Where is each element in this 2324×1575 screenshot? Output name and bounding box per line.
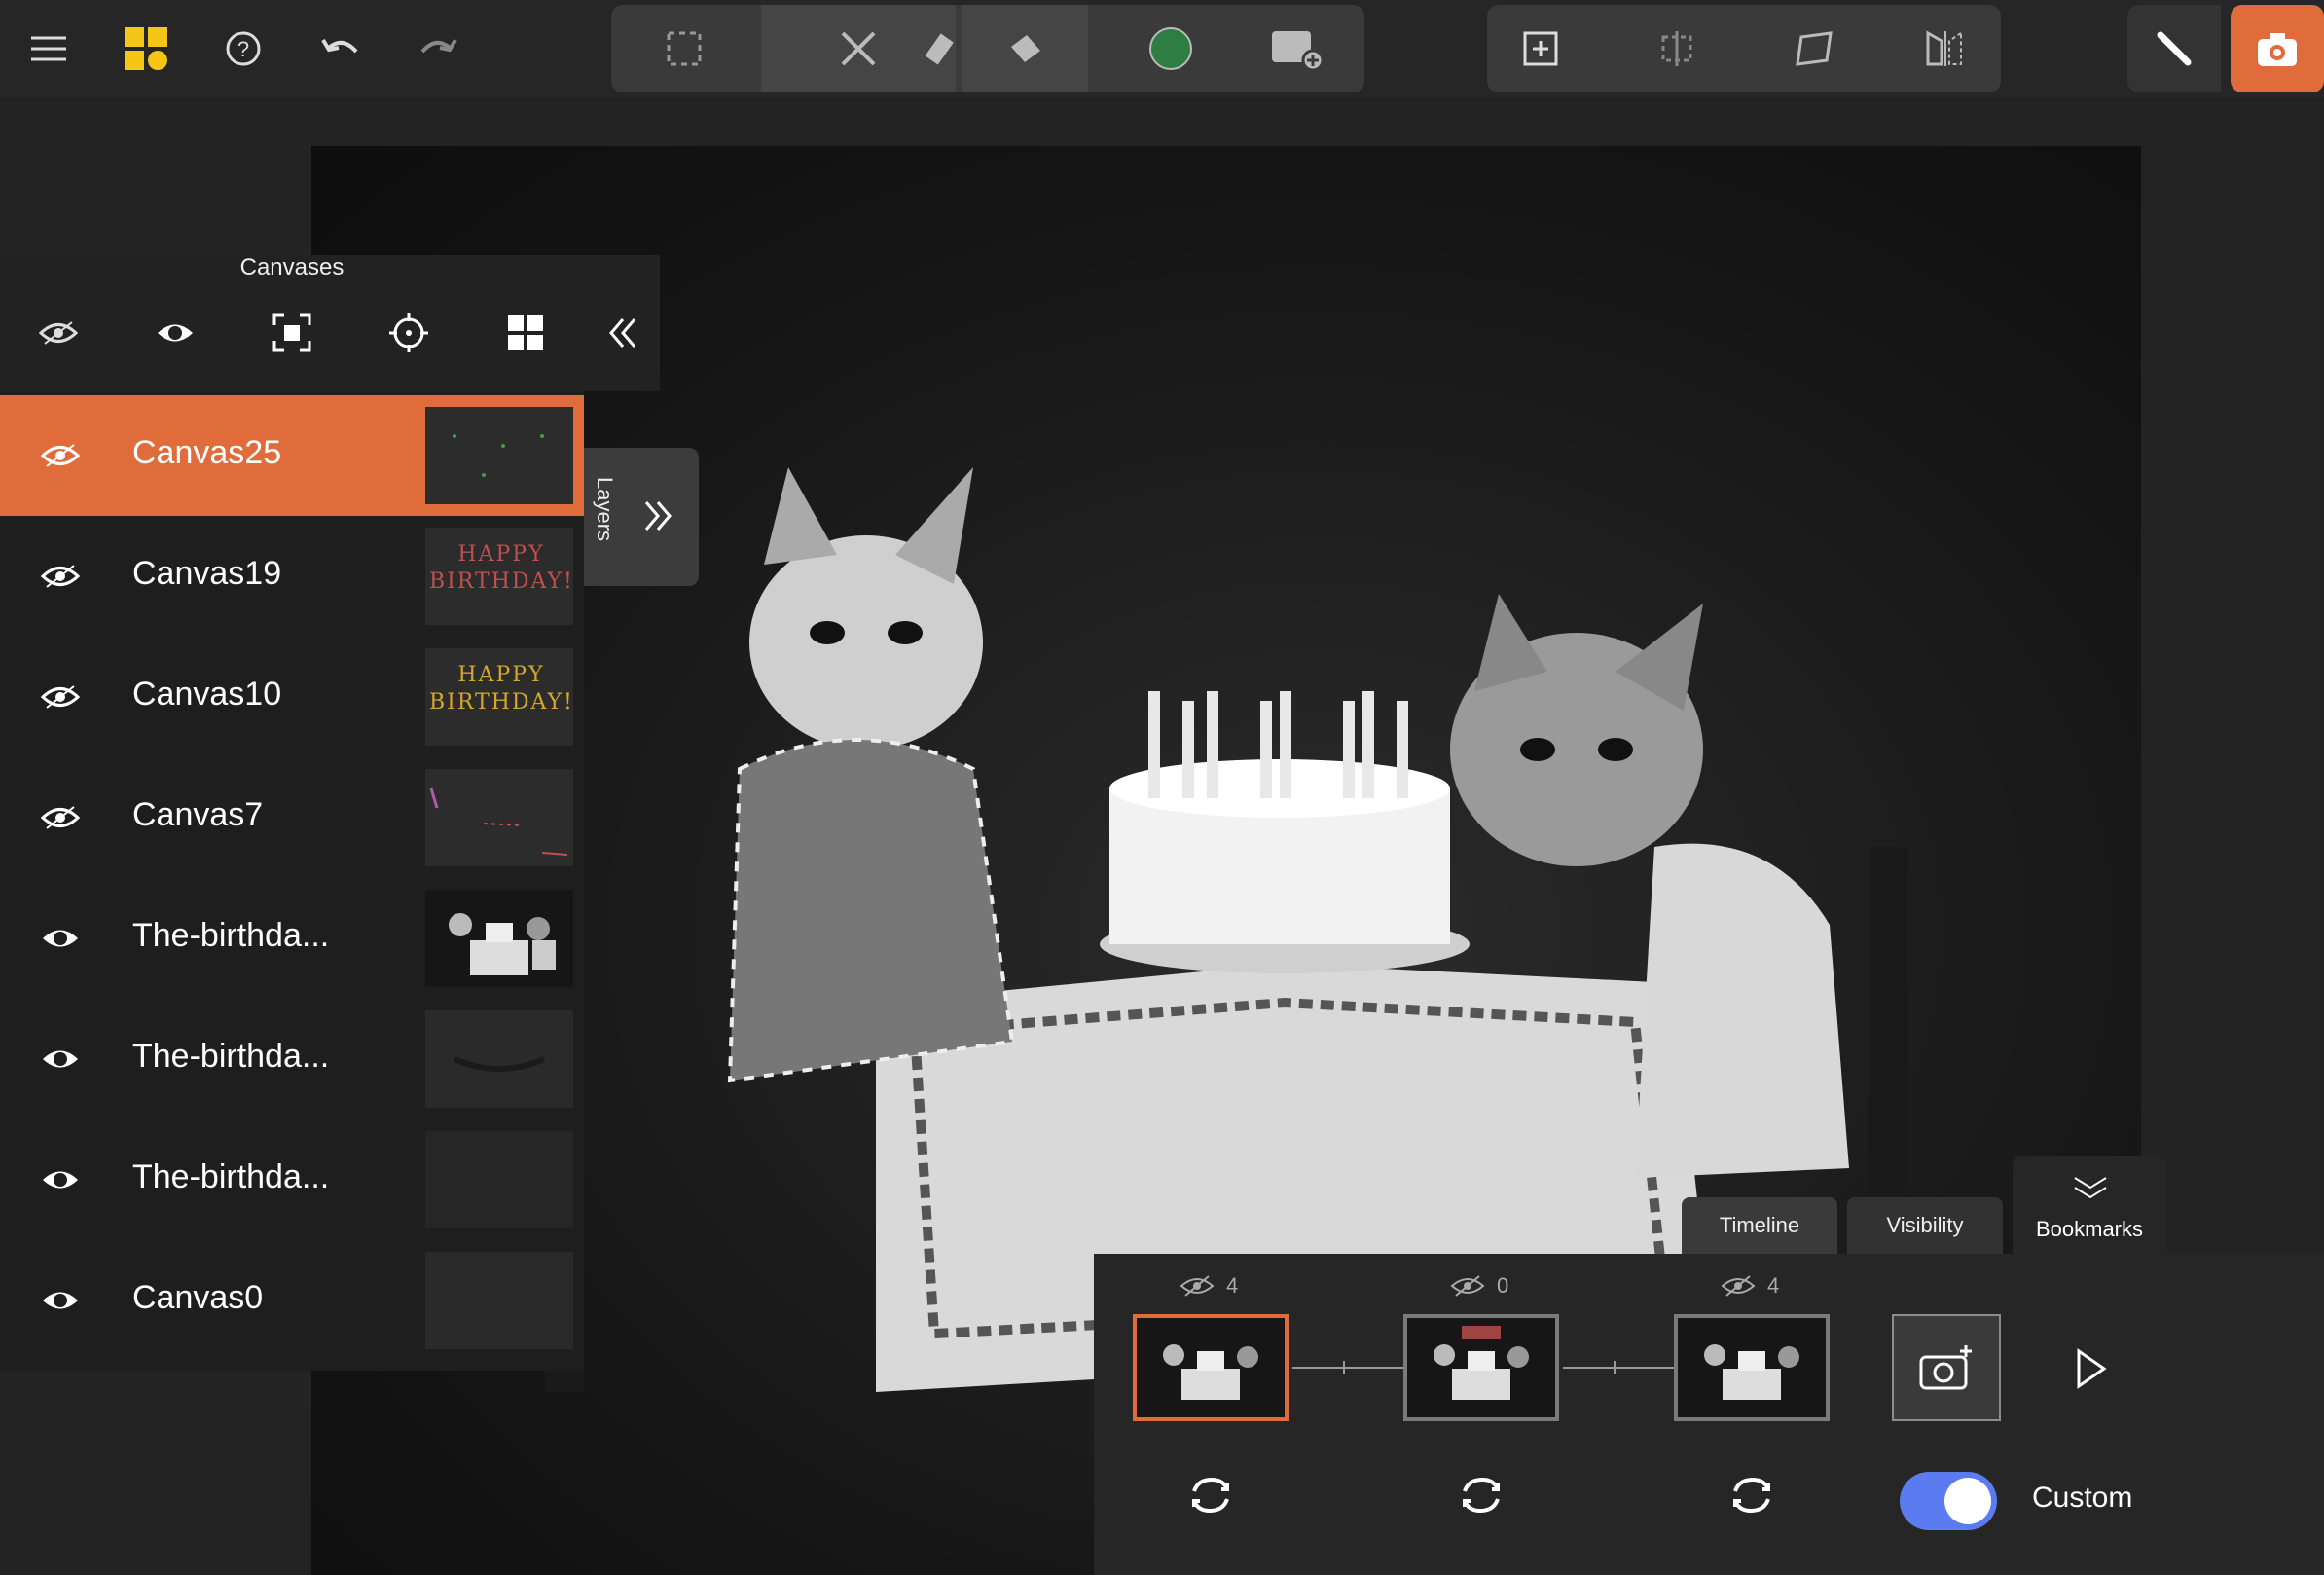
toggle-knob [1944, 1478, 1991, 1524]
play-icon[interactable] [2061, 1339, 2120, 1398]
color-swatch[interactable] [1108, 5, 1234, 92]
layer-name: Canvas10 [132, 676, 282, 713]
custom-label: Custom [2032, 1482, 2133, 1514]
layer-thumbnail: HAPPY BIRTHDAY! [425, 528, 573, 625]
refresh-icon[interactable] [1452, 1466, 1510, 1524]
canvas-layer-list: Canvas25 Canvas19 HAPPY BIRTHDAY! Canvas… [0, 391, 584, 1371]
visibility-on-icon[interactable] [29, 1277, 91, 1324]
layer-thumbnail [425, 1131, 573, 1228]
fit-icon[interactable] [253, 294, 331, 372]
layer-name: The-birthda... [132, 917, 330, 954]
canvases-title: Canvases [239, 254, 345, 280]
frame-count-value: 0 [1497, 1273, 1509, 1298]
flip-icon[interactable] [1890, 5, 1997, 92]
visibility-on-icon[interactable] [29, 915, 91, 962]
add-canvas-icon[interactable] [1487, 5, 1594, 92]
undo-icon[interactable] [300, 8, 381, 90]
refresh-icon[interactable] [1723, 1466, 1781, 1524]
expand-icon[interactable] [638, 496, 677, 540]
camera-icon[interactable] [2231, 5, 2324, 92]
menu-icon[interactable] [8, 8, 90, 90]
custom-toggle[interactable] [1900, 1472, 1997, 1530]
visibility-off-icon[interactable] [29, 674, 91, 720]
timeline-frame[interactable] [1133, 1314, 1289, 1421]
center-icon[interactable] [370, 294, 448, 372]
layer-thumbnail [425, 407, 573, 504]
layer-thumbnail [425, 1010, 573, 1108]
bookmarks-button[interactable]: Bookmarks [2013, 1156, 2166, 1256]
layer-name: Canvas7 [132, 796, 264, 833]
camera-plus-icon [1919, 1345, 1972, 1390]
frame-visibility-count: 4 [1180, 1273, 1238, 1299]
layer-row[interactable]: Canvas7 [0, 757, 584, 878]
frame-visibility-count: 4 [1721, 1273, 1779, 1299]
fill-bucket-icon[interactable] [962, 5, 1088, 92]
tab-visibility[interactable]: Visibility [1847, 1197, 2003, 1254]
add-image-icon[interactable] [1234, 5, 1361, 92]
transform-icon[interactable] [1760, 5, 1867, 92]
top-toolbar: ? [0, 0, 2324, 97]
layer-thumbnail [425, 769, 573, 866]
drawing-tools [611, 5, 1364, 92]
hide-all-icon[interactable] [19, 294, 97, 372]
layer-name: Canvas25 [132, 434, 282, 471]
frame-count-value: 4 [1767, 1273, 1780, 1298]
canvas-tools [1487, 5, 2001, 92]
frame-visibility-count: 0 [1450, 1273, 1508, 1299]
grid-icon[interactable] [487, 294, 564, 372]
align-icon[interactable] [1623, 5, 1730, 92]
layers-tab-label: Layers [593, 477, 617, 542]
eye-off-icon [1721, 1275, 1756, 1297]
svg-text:?: ? [237, 37, 249, 61]
visibility-off-icon[interactable] [29, 432, 91, 479]
add-snapshot-button[interactable] [1892, 1314, 2001, 1421]
frame-connector [1292, 1361, 1403, 1374]
layer-row[interactable]: The-birthda... [0, 878, 584, 999]
selection-icon[interactable] [611, 5, 757, 92]
layer-thumbnail [425, 1252, 573, 1349]
chevron-down-icon [2071, 1174, 2110, 1208]
visibility-on-icon[interactable] [29, 1036, 91, 1082]
layer-name: Canvas0 [132, 1279, 264, 1316]
layer-row[interactable]: Canvas19 HAPPY BIRTHDAY! [0, 516, 584, 637]
bookmarks-label: Bookmarks [2035, 1217, 2144, 1241]
app-logo-icon[interactable] [105, 8, 187, 90]
visibility-off-icon[interactable] [29, 794, 91, 841]
layer-row[interactable]: Canvas0 [0, 1240, 584, 1361]
help-icon[interactable]: ? [202, 8, 284, 90]
layer-row[interactable]: The-birthda... [0, 999, 584, 1119]
redo-icon[interactable] [397, 8, 479, 90]
layer-row[interactable]: The-birthda... [0, 1119, 584, 1240]
eye-off-icon [1180, 1275, 1215, 1297]
timeline-frame[interactable] [1674, 1314, 1830, 1421]
collapse-icon[interactable] [584, 294, 662, 372]
layer-thumbnail: HAPPY BIRTHDAY! [425, 648, 573, 746]
draw-mode-icon[interactable] [2127, 5, 2221, 92]
frame-connector [1563, 1361, 1674, 1374]
show-all-icon[interactable] [136, 294, 214, 372]
layer-thumbnail [425, 890, 573, 987]
refresh-icon[interactable] [1181, 1466, 1240, 1524]
eye-off-icon [1450, 1275, 1485, 1297]
layer-row[interactable]: Canvas25 [0, 395, 584, 516]
layer-row[interactable]: Canvas10 HAPPY BIRTHDAY! [0, 637, 584, 757]
visibility-off-icon[interactable] [29, 553, 91, 600]
tab-timeline[interactable]: Timeline [1682, 1197, 1837, 1254]
timeline-panel: 4 0 4 Custom [1094, 1254, 2324, 1575]
layer-name: The-birthda... [132, 1158, 330, 1195]
canvases-panel: Canvases [0, 255, 660, 391]
thumbnail-text: HAPPY BIRTHDAY! [429, 542, 573, 594]
timeline-frame[interactable] [1403, 1314, 1559, 1421]
layer-name: The-birthda... [132, 1038, 330, 1075]
layers-tab[interactable]: Layers [584, 448, 699, 586]
frame-count-value: 4 [1226, 1273, 1239, 1298]
visibility-on-icon[interactable] [29, 1156, 91, 1203]
thumbnail-text: HAPPY BIRTHDAY! [429, 663, 573, 714]
layer-name: Canvas19 [132, 555, 282, 592]
